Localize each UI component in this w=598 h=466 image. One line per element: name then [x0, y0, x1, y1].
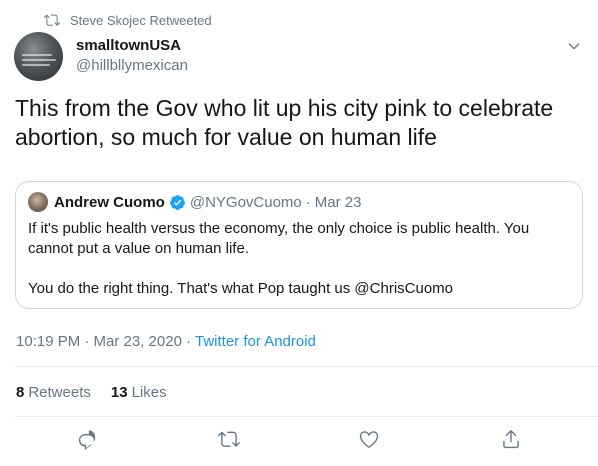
engagement-stats: 8 Retweets 13 Likes [16, 384, 187, 401]
quoted-author-avatar [28, 192, 48, 212]
retweet-icon [217, 431, 240, 447]
divider [15, 366, 598, 367]
retweet-icon [44, 14, 60, 26]
heart-icon [359, 431, 379, 448]
quoted-text-paragraph-2: You do the right thing. That's what Pop … [28, 280, 454, 297]
reply-icon [78, 430, 96, 450]
divider [15, 416, 598, 417]
tweet-timestamp[interactable]: 10:19 PM · Mar 23, 2020 [16, 333, 182, 350]
quoted-tweet-text: If it's public health versus the economy… [28, 219, 573, 299]
retweet-context: Steve Skojec Retweeted [44, 10, 212, 30]
likes-label: Likes [131, 384, 167, 401]
author-avatar[interactable] [14, 32, 63, 81]
author-handle[interactable]: @hillbllymexican [76, 56, 188, 76]
quoted-text-paragraph-1: If it's public health versus the economy… [28, 220, 530, 257]
quoted-author-handle: @NYGovCuomo [189, 193, 302, 211]
chevron-down-icon[interactable] [566, 38, 582, 54]
quoted-tweet-date: Mar 23 [314, 193, 362, 211]
like-button[interactable] [358, 428, 380, 450]
verified-badge-icon [169, 194, 185, 210]
retweets-label: Retweets [28, 384, 91, 401]
quoted-tweet[interactable]: Andrew Cuomo @NYGovCuomo · Mar 23 If it'… [15, 181, 583, 309]
tweet-source-link[interactable]: Twitter for Android [195, 333, 316, 350]
separator-dot: · [305, 193, 311, 211]
retweets-count: 8 [16, 384, 25, 401]
reply-button[interactable] [76, 428, 98, 450]
meta-separator: · [181, 333, 195, 350]
retweet-button[interactable] [217, 428, 240, 450]
tweet-text: This from the Gov who lit up his city pi… [15, 95, 554, 150]
quoted-tweet-header: Andrew Cuomo @NYGovCuomo · Mar 23 [28, 192, 361, 212]
share-button[interactable] [500, 428, 522, 450]
author-name[interactable]: smalltownUSA [76, 36, 188, 56]
retweets-stat[interactable]: 8 Retweets [16, 384, 91, 401]
author-block[interactable]: smalltownUSA @hillbllymexican [76, 36, 188, 76]
share-icon [503, 430, 519, 449]
likes-stat[interactable]: 13 Likes [111, 384, 167, 401]
tweet-actions [0, 428, 598, 454]
retweeted-by-text[interactable]: Steve Skojec Retweeted [70, 13, 212, 28]
quoted-author-name: Andrew Cuomo [54, 193, 165, 211]
tweet-metadata: 10:19 PM · Mar 23, 2020 · Twitter for An… [16, 333, 316, 350]
likes-count: 13 [110, 384, 128, 401]
